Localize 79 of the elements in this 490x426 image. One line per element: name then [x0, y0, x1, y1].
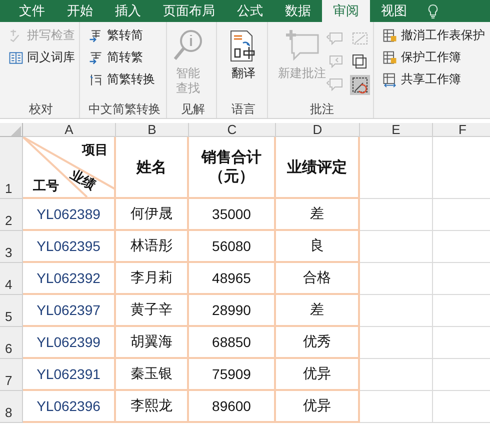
- table-cell: 优异: [276, 391, 360, 423]
- column-header[interactable]: A: [23, 123, 116, 137]
- table-cell: 优秀: [276, 327, 360, 359]
- group-label: 校对: [29, 102, 53, 116]
- column-header[interactable]: D: [276, 123, 360, 137]
- row-header[interactable]: 7: [0, 359, 23, 391]
- table-cell: 李熙龙: [116, 391, 189, 423]
- table-cell: YL062397: [23, 295, 116, 327]
- table-cell: 35000: [189, 199, 276, 231]
- table-cell: 胡翼海: [116, 327, 189, 359]
- table-cell: YL062389: [23, 199, 116, 231]
- character-icon: [88, 72, 104, 88]
- ribbon-button[interactable]: 同义词库: [6, 48, 77, 67]
- ribbon-button[interactable]: 翻译: [223, 26, 264, 100]
- row-header[interactable]: 5: [0, 295, 23, 327]
- speech-bubble-icon: [284, 29, 320, 63]
- row-header[interactable]: 3: [0, 231, 23, 263]
- ribbon-tab[interactable]: 开始: [56, 0, 104, 22]
- table-cell: 差: [276, 295, 360, 327]
- table-cell: 秦玉银: [116, 359, 189, 391]
- diagonal-header-text: 工号: [33, 177, 59, 195]
- magnifier-icon: [173, 29, 203, 63]
- row-header[interactable]: 6: [0, 327, 23, 359]
- ribbon-tab[interactable]: 插入: [104, 0, 152, 22]
- ribbon-button[interactable]: 保护工作簿: [380, 48, 487, 67]
- column-header[interactable]: E: [360, 123, 433, 137]
- ribbon-button[interactable]: 繁转简: [86, 26, 157, 45]
- table-cell: 何伊晟: [116, 199, 189, 231]
- column-header[interactable]: B: [116, 123, 189, 137]
- lock-sheet-icon: [382, 28, 398, 44]
- group-label: 见解: [181, 102, 205, 116]
- header-cell: 业绩评定: [287, 158, 347, 176]
- table-cell: 48965: [189, 263, 276, 295]
- column-header[interactable]: F: [433, 123, 490, 137]
- header-cell-text: 销售合计（元）: [200, 148, 262, 186]
- row-header[interactable]: 2: [0, 199, 23, 231]
- table-cell: 75909: [189, 359, 276, 391]
- lock-sheet-icon: [382, 50, 398, 66]
- lightbulb-icon[interactable]: [428, 4, 438, 18]
- header-cell: 姓名: [136, 158, 166, 176]
- row-header[interactable]: 4: [0, 263, 23, 295]
- group-label: 中文简繁转换: [88, 102, 160, 116]
- row-header[interactable]: 8: [0, 391, 23, 423]
- diagonal-header-text: 业绩: [67, 166, 99, 194]
- character-arrow-icon: [88, 50, 104, 66]
- ribbon-tab[interactable]: 审阅: [322, 0, 370, 22]
- table-cell: 28990: [189, 295, 276, 327]
- table-cell: YL062399: [23, 327, 116, 359]
- ribbon-button[interactable]: 共享工作簿: [380, 70, 487, 89]
- table-cell: 89600: [189, 391, 276, 423]
- table-cell: 良: [276, 231, 360, 263]
- table-cell: 差: [276, 199, 360, 231]
- group-label: 批注: [310, 102, 334, 116]
- row-header[interactable]: 1: [0, 137, 23, 199]
- ribbon-button[interactable]: 撤消工作表保护: [380, 26, 487, 45]
- note-icon[interactable]: [350, 75, 370, 95]
- ribbon-tab[interactable]: 页面布局: [152, 0, 226, 22]
- table-cell: YL062396: [23, 391, 116, 423]
- table-cell: YL062391: [23, 359, 116, 391]
- ribbon-tab[interactable]: 文件: [8, 0, 56, 22]
- table-cell: 68850: [189, 327, 276, 359]
- table-cell: YL062392: [23, 263, 116, 295]
- table-cell: 56080: [189, 231, 276, 263]
- share-sheet-icon: [382, 72, 398, 88]
- table-cell: 黄子辛: [116, 295, 189, 327]
- ribbon-tab[interactable]: 数据: [274, 0, 322, 22]
- column-header[interactable]: C: [189, 123, 276, 137]
- table-cell: 林语彤: [116, 231, 189, 263]
- diagonal-header-text: 项目: [82, 141, 108, 159]
- table-cell: YL062395: [23, 231, 116, 263]
- table-cell: 优异: [276, 359, 360, 391]
- table-cell: 李月莉: [116, 263, 189, 295]
- ribbon-tab[interactable]: 视图: [370, 0, 418, 22]
- book-icon: [8, 50, 24, 66]
- table-cell: 合格: [276, 263, 360, 295]
- ribbon-button[interactable]: 简转繁: [86, 48, 157, 67]
- ribbon-tab[interactable]: 公式: [226, 0, 274, 22]
- group-label: 语言: [232, 102, 256, 116]
- ribbon-button[interactable]: 简繁转换: [86, 70, 157, 89]
